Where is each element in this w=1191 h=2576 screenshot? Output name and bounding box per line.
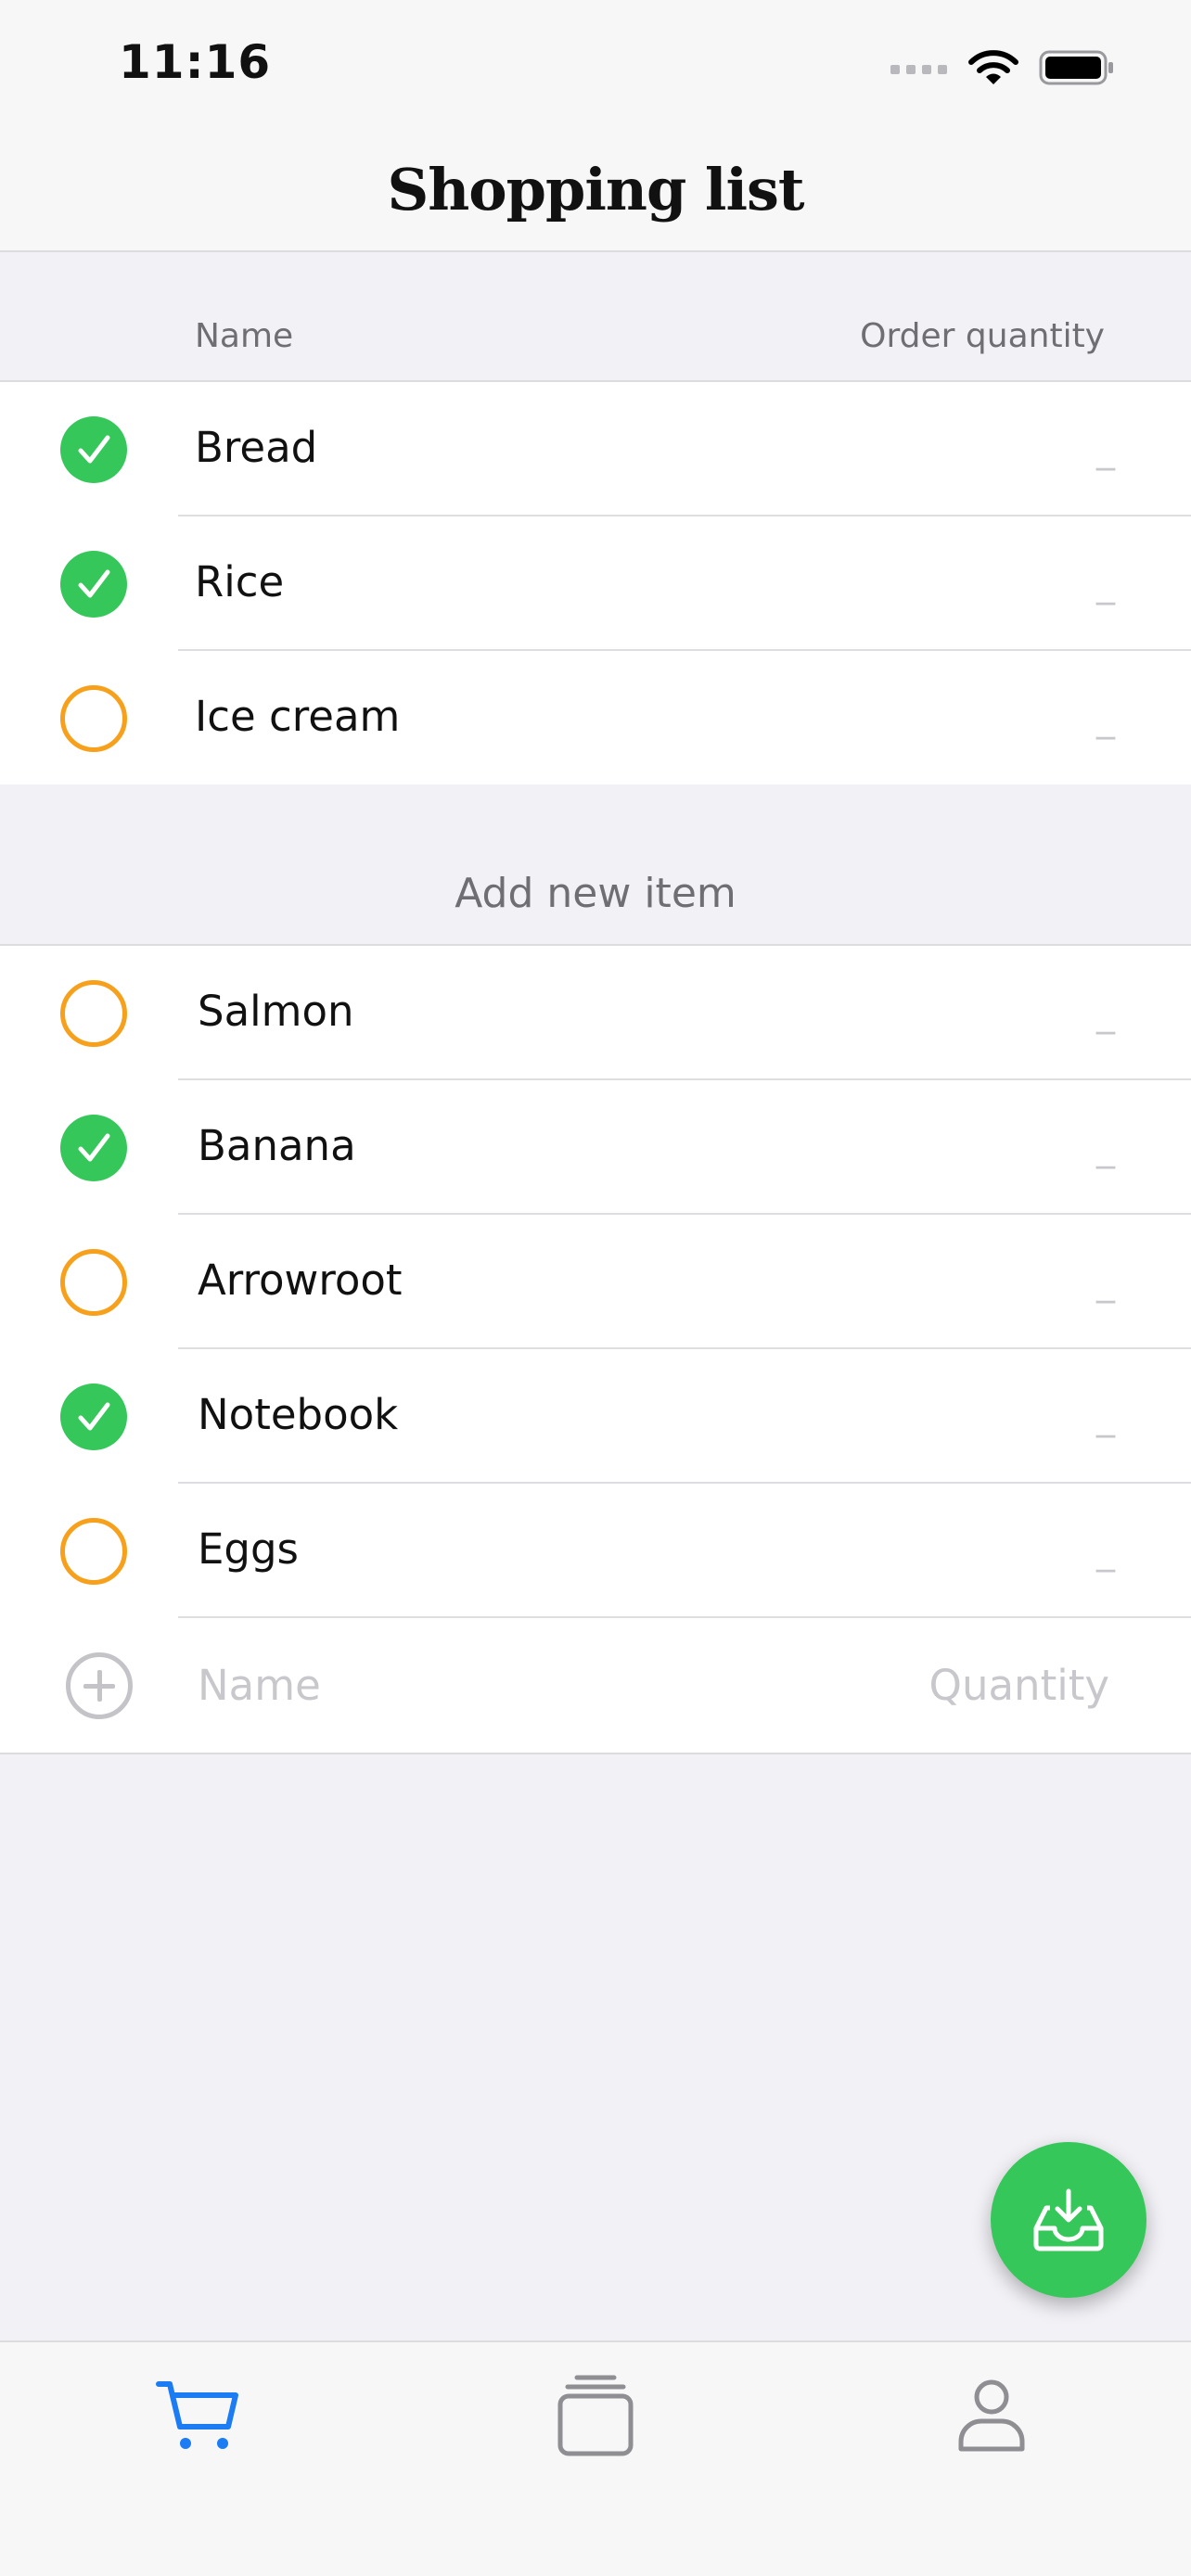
item-check-toggle[interactable] xyxy=(60,685,127,752)
new-item-row xyxy=(0,1618,1191,1753)
item-check-toggle[interactable] xyxy=(60,1249,127,1316)
inbox-download-icon xyxy=(1033,2188,1104,2251)
item-quantity: _ xyxy=(1096,1530,1115,1573)
navigation-bar: 11:16 Shopping list xyxy=(0,0,1191,252)
wifi-icon xyxy=(968,50,1018,84)
cellular-signal-icon xyxy=(890,65,947,74)
status-icons xyxy=(890,45,1115,91)
new-item-quantity-input[interactable] xyxy=(831,1655,1109,1715)
add-new-item-section-header: Add new item xyxy=(0,784,1191,946)
item-name: Bread xyxy=(195,423,318,472)
tab-profile[interactable] xyxy=(927,2365,1057,2467)
item-name: Rice xyxy=(195,557,285,606)
cart-icon xyxy=(156,2381,238,2449)
item-check-toggle[interactable] xyxy=(60,1384,127,1450)
battery-icon xyxy=(1039,50,1113,85)
item-quantity: _ xyxy=(1096,563,1115,606)
list-item[interactable]: Notebook _ xyxy=(0,1349,1191,1484)
list-item[interactable]: Ice cream _ xyxy=(0,651,1191,785)
add-new-item-title: Add new item xyxy=(455,870,736,917)
import-button[interactable] xyxy=(991,2142,1146,2298)
item-name: Arrowroot xyxy=(198,1256,403,1305)
item-check-toggle[interactable] xyxy=(60,980,127,1047)
item-quantity: _ xyxy=(1096,1396,1115,1438)
list-item[interactable]: Salmon _ xyxy=(0,946,1191,1080)
checkmark-icon xyxy=(78,569,110,598)
tab-bar xyxy=(0,2340,1191,2576)
list-item[interactable]: Rice _ xyxy=(0,516,1191,651)
status-time: 11:16 xyxy=(119,35,272,89)
checkmark-icon xyxy=(78,1402,110,1431)
quantity-column-header: Order quantity xyxy=(860,317,1105,355)
item-quantity: _ xyxy=(1096,697,1115,740)
item-check-toggle[interactable] xyxy=(60,1115,127,1181)
item-name: Banana xyxy=(198,1121,356,1170)
item-check-toggle[interactable] xyxy=(60,416,127,483)
item-quantity: _ xyxy=(1096,428,1115,471)
checkmark-icon xyxy=(78,1133,110,1162)
name-column-header: Name xyxy=(195,317,294,355)
item-quantity: _ xyxy=(1096,1127,1115,1169)
list-item[interactable]: Bread _ xyxy=(0,382,1191,516)
tab-lists[interactable] xyxy=(531,2365,660,2467)
item-quantity: _ xyxy=(1096,1261,1115,1304)
add-circle-icon[interactable] xyxy=(66,1652,133,1719)
page-title: Shopping list xyxy=(387,156,804,223)
person-icon xyxy=(958,2379,1025,2452)
column-header: Name Order quantity xyxy=(0,252,1191,382)
new-item-name-input[interactable] xyxy=(198,1655,754,1715)
shopping-list: Bread _ Rice _ Ice cream _ xyxy=(0,382,1191,787)
item-check-toggle[interactable] xyxy=(60,1518,127,1585)
tab-shopping-cart[interactable] xyxy=(134,2365,263,2467)
item-name: Salmon xyxy=(198,987,354,1036)
list-item[interactable]: Eggs _ xyxy=(0,1484,1191,1618)
item-quantity: _ xyxy=(1096,992,1115,1035)
item-check-toggle[interactable] xyxy=(60,551,127,618)
shopping-list-screen: 11:16 Shopping list Name Order quantity xyxy=(0,0,1191,2576)
item-name: Notebook xyxy=(198,1390,399,1439)
stack-icon xyxy=(557,2375,634,2456)
list-item[interactable]: Banana _ xyxy=(0,1080,1191,1215)
list-item[interactable]: Arrowroot _ xyxy=(0,1215,1191,1349)
new-items-list: Salmon _ Banana _ Arrowroot _ Notebook _… xyxy=(0,946,1191,1754)
item-name: Eggs xyxy=(198,1524,300,1574)
item-name: Ice cream xyxy=(195,692,401,741)
checkmark-icon xyxy=(78,435,110,464)
